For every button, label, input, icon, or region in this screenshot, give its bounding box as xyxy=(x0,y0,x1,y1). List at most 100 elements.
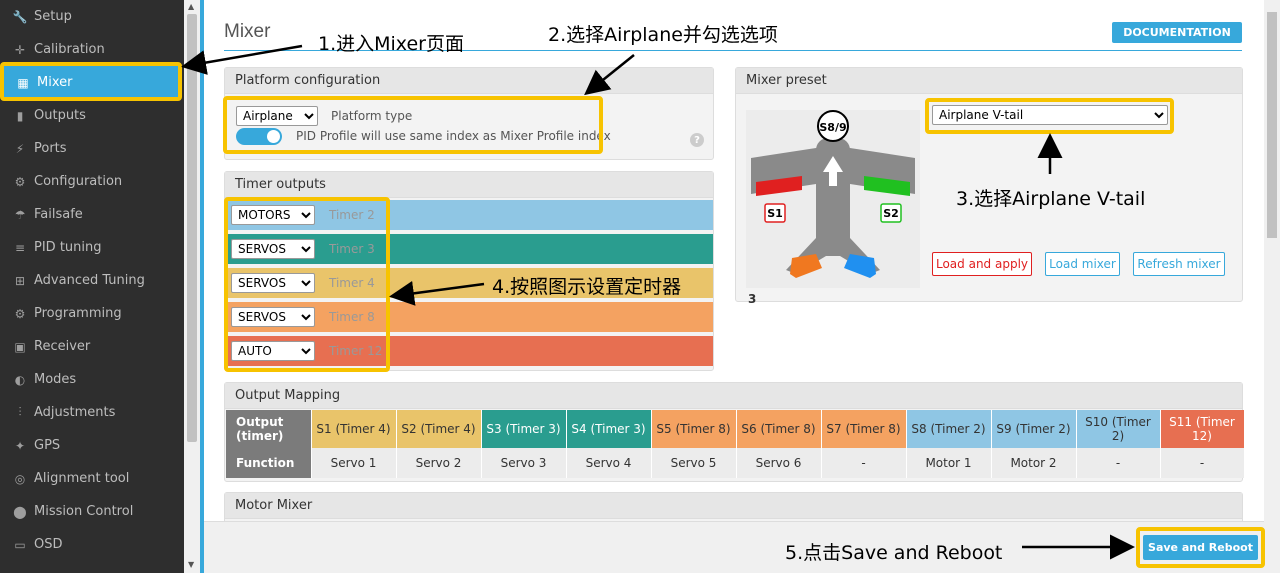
preset-diagram-label-right: S2 xyxy=(883,207,899,220)
sidebar-item-label: Advanced Tuning xyxy=(34,273,145,288)
sidebar-item-label: Calibration xyxy=(34,42,105,57)
sliders-icon: ≡ xyxy=(14,240,26,255)
output-mapping-cell: S1 (Timer 4) xyxy=(311,410,397,448)
motor-mixer-heading: Motor Mixer xyxy=(225,493,1242,519)
output-mapping-cell: S7 (Timer 8) xyxy=(821,410,907,448)
main-scroll-thumb[interactable] xyxy=(1267,12,1277,238)
sidebar-item-label: Adjustments xyxy=(34,405,116,420)
function-cell: Servo 3 xyxy=(481,448,567,478)
sidebar-item-label: Setup xyxy=(34,9,72,24)
toggles-icon: ◐ xyxy=(14,372,26,387)
help-icon[interactable]: ? xyxy=(690,133,704,147)
scroll-up-arrow-icon[interactable]: ▲ xyxy=(188,2,194,11)
output-mapping-cell: S2 (Timer 4) xyxy=(396,410,482,448)
sidebar-item-label: Alignment tool xyxy=(34,471,130,486)
output-mapping-cell: S5 (Timer 8) xyxy=(651,410,737,448)
output-mapping-table: Output (timer) S1 (Timer 4) S2 (Timer 4) S… xyxy=(226,410,1245,478)
sitemap-icon: ⊞ xyxy=(14,273,26,288)
annotation-step5: 5.点击Save and Reboot xyxy=(785,542,1003,564)
function-cell: Motor 2 xyxy=(991,448,1077,478)
preset-diagram-label-center: S8/9 xyxy=(819,121,846,134)
airplane-vtail-diagram: S8/9 S1 S2 xyxy=(746,110,920,288)
sidebar-item-receiver[interactable]: ▣ Receiver xyxy=(0,330,184,363)
refresh-mixer-button[interactable]: Refresh mixer xyxy=(1133,252,1225,276)
map-marker-icon: ⬤ xyxy=(13,504,27,519)
sliders-icon: ⫶ xyxy=(18,405,22,419)
annotation-step4: 4.按照图示设置定时器 xyxy=(492,276,682,298)
satellite-icon: ✦ xyxy=(14,438,26,453)
annotation-step2: 2.选择Airplane并勾选选项 xyxy=(548,24,778,46)
sidebar-item-ports[interactable]: ⚡ Ports xyxy=(0,132,184,165)
sidebar-item-alignment-tool[interactable]: ◎ Alignment tool xyxy=(0,462,184,495)
sidebar-item-advanced-tuning[interactable]: ⊞ Advanced Tuning xyxy=(0,264,184,297)
sidebar-item-mission-control[interactable]: ⬤ Mission Control xyxy=(0,495,184,528)
sidebar-item-modes[interactable]: ◐ Modes xyxy=(0,363,184,396)
load-and-apply-button[interactable]: Load and apply xyxy=(932,252,1032,276)
function-cell: - xyxy=(1160,448,1245,478)
sidebar-item-label: Programming xyxy=(34,306,122,321)
sidebar-item-label: Modes xyxy=(34,372,77,387)
sidebar-item-adjustments[interactable]: ⫶ Adjustments xyxy=(0,396,184,429)
output-mapping-cell: S3 (Timer 3) xyxy=(481,410,567,448)
sidebar-item-label: Failsafe xyxy=(34,207,83,222)
annotation-step1: 1.进入Mixer页面 xyxy=(318,33,464,55)
preset-diagram-label-left: S1 xyxy=(767,207,783,220)
output-mapping-cell: S10 (Timer 2) xyxy=(1076,410,1161,448)
output-mapping-cell: S4 (Timer 3) xyxy=(566,410,652,448)
output-row-header: Output (timer) xyxy=(226,410,312,448)
sidebar-item-label: Receiver xyxy=(34,339,91,354)
sidebar-item-osd[interactable]: ▭ OSD xyxy=(0,528,184,561)
airplane-icon: S8/9 S1 S2 xyxy=(746,110,920,288)
sidebar-item-label: OSD xyxy=(34,537,63,552)
bottle-icon: ▮ xyxy=(16,108,24,123)
platform-config-heading: Platform configuration xyxy=(225,68,713,94)
sidebar-item-label: PID tuning xyxy=(34,240,102,255)
sidebar-item-pid-tuning[interactable]: ≡ PID tuning xyxy=(0,231,184,264)
parachute-icon: ☂ xyxy=(14,207,26,222)
receiver-icon: ▣ xyxy=(14,339,26,354)
sidebar-item-outputs[interactable]: ▮ Outputs xyxy=(0,99,184,132)
gear-icon: ⚙ xyxy=(14,306,26,321)
sidebar-item-label: Ports xyxy=(34,141,67,156)
bottom-toolbar xyxy=(204,521,1264,573)
sidebar-item-configuration[interactable]: ⚙ Configuration xyxy=(0,165,184,198)
output-mapping-cell: S6 (Timer 8) xyxy=(736,410,822,448)
compass-icon: ◎ xyxy=(14,471,26,486)
sidebar-scroll-thumb[interactable] xyxy=(187,14,197,442)
scroll-down-arrow-icon[interactable]: ▼ xyxy=(188,560,194,569)
main-scrollbar[interactable] xyxy=(1264,0,1280,573)
function-cell: Motor 1 xyxy=(906,448,992,478)
osd-icon: ▭ xyxy=(14,537,26,552)
documentation-button[interactable]: DOCUMENTATION xyxy=(1112,22,1242,43)
output-mapping-heading: Output Mapping xyxy=(225,383,1242,409)
function-cell: Servo 5 xyxy=(651,448,737,478)
annotation-step3: 3.选择Airplane V-tail xyxy=(956,188,1146,210)
sidebar-item-failsafe[interactable]: ☂ Failsafe xyxy=(0,198,184,231)
wrench-icon: 🔧 xyxy=(12,9,28,24)
sidebar-item-gps[interactable]: ✦ GPS xyxy=(0,429,184,462)
gear-icon: ⚙ xyxy=(14,174,26,189)
output-mapping-cell: S8 (Timer 2) xyxy=(906,410,992,448)
timer-outputs-heading: Timer outputs xyxy=(225,172,713,198)
sidebar-item-programming[interactable]: ⚙ Programming xyxy=(0,297,184,330)
highlight-timer-selects xyxy=(224,197,390,372)
sidebar-item-label: Mission Control xyxy=(34,504,134,519)
function-cell: Servo 1 xyxy=(311,448,397,478)
sidebar-item-setup[interactable]: 🔧 Setup xyxy=(0,0,184,33)
function-cell: Servo 4 xyxy=(566,448,652,478)
highlight-preset-select xyxy=(925,98,1174,134)
function-cell: - xyxy=(821,448,907,478)
sidebar-scrollbar[interactable]: ▲ ▼ xyxy=(184,0,200,573)
function-cell: - xyxy=(1076,448,1161,478)
highlight-save-button xyxy=(1136,527,1265,568)
load-mixer-button[interactable]: Load mixer xyxy=(1045,252,1120,276)
highlight-mixer-tab xyxy=(0,62,182,101)
output-mapping-cell: S11 (Timer 12) xyxy=(1160,410,1245,448)
function-cell: Servo 6 xyxy=(736,448,822,478)
page-title: Mixer xyxy=(224,21,271,42)
sidebar-item-label: Configuration xyxy=(34,174,123,189)
stray-digit: 3 xyxy=(748,292,757,306)
sidebar-item-label: Outputs xyxy=(34,108,86,123)
output-mapping-cell: S9 (Timer 2) xyxy=(991,410,1077,448)
plug-icon: ⚡ xyxy=(15,141,25,156)
